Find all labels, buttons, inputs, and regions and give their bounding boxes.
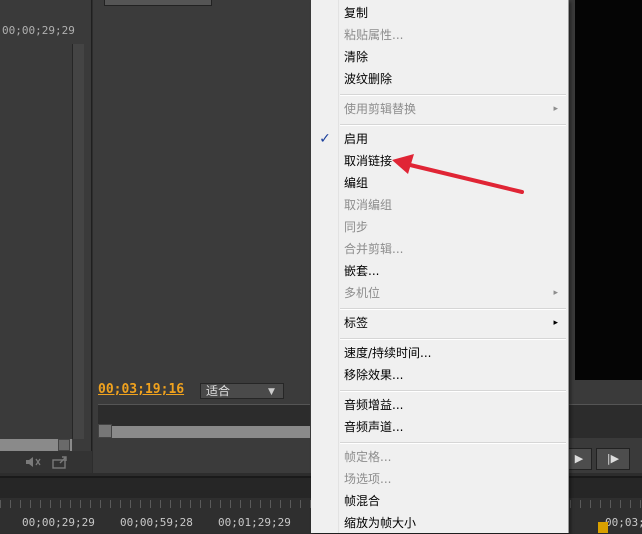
menu-separator	[340, 308, 566, 310]
program-panel	[93, 0, 315, 473]
menu-item-merge-clips: 合并剪辑...	[344, 242, 404, 256]
speaker-icon[interactable]	[24, 455, 42, 469]
menu-item-frame-blend[interactable]: 帧混合	[312, 490, 568, 512]
ruler-label: 00;00;59;28	[120, 516, 193, 529]
playhead-marker[interactable]	[598, 522, 608, 533]
menu-item-replace-with-clip: 使用剪辑替换 ▸	[312, 98, 568, 120]
ruler-label: 00;01;29;29	[218, 516, 291, 529]
menu-item-audio-channels[interactable]: 音频声道...	[312, 416, 568, 438]
fit-zoom-select[interactable]: 适合 ▼	[200, 383, 284, 399]
menu-separator	[340, 390, 566, 392]
menu-item-clear[interactable]: 清除	[312, 46, 568, 68]
menu-item-multi-camera: 多机位 ▸	[312, 282, 568, 304]
program-zoom-handle[interactable]	[98, 424, 112, 438]
program-panel-tab[interactable]	[104, 0, 212, 6]
menu-item-paste-attributes: 粘贴属性...	[344, 28, 404, 42]
menu-item-field-options: 场选项...	[344, 472, 392, 486]
program-video-frame	[575, 0, 642, 380]
menu-item-scale-to-frame-size[interactable]: 缩放为帧大小	[312, 512, 568, 534]
source-scroll-handle[interactable]	[58, 439, 70, 451]
export-icon[interactable]	[52, 455, 68, 469]
menu-item-frame-hold: 帧定格...	[344, 450, 392, 464]
program-zoom-scrollbar[interactable]	[98, 426, 310, 438]
play-button[interactable]: ▶	[566, 448, 592, 470]
ruler-label: 00;03;2	[605, 516, 642, 529]
menu-separator	[340, 124, 566, 126]
menu-item-audio-gain[interactable]: 音频增益...	[312, 394, 568, 416]
ruler-label: 00;00;29;29	[22, 516, 95, 529]
program-timecode[interactable]: 00;03;19;16	[98, 380, 184, 400]
menu-item-remove-effects[interactable]: 移除效果...	[312, 364, 568, 386]
menu-item-copy[interactable]: 复制	[312, 2, 568, 24]
step-forward-button[interactable]: |▶	[596, 448, 630, 470]
menu-separator	[340, 338, 566, 340]
source-timecode[interactable]: 00;00;29;29	[0, 22, 75, 40]
source-toolbar	[0, 451, 92, 473]
submenu-arrow-icon: ▸	[553, 104, 558, 114]
menu-item-nest[interactable]: 嵌套...	[312, 260, 568, 282]
menu-separator	[340, 94, 566, 96]
submenu-arrow-icon: ▸	[553, 288, 558, 298]
menu-item-enable[interactable]: 启用	[312, 128, 568, 150]
source-vertical-scrollbar[interactable]	[72, 44, 84, 439]
menu-item-speed-duration[interactable]: 速度/持续时间...	[312, 342, 568, 364]
annotation-arrow-icon	[392, 154, 524, 194]
menu-separator	[340, 442, 566, 444]
chevron-down-icon: ▼	[268, 387, 275, 397]
menu-item-synchronize: 同步	[344, 220, 369, 234]
menu-item-label[interactable]: 标签 ▸	[312, 312, 568, 334]
fit-zoom-label: 适合	[206, 384, 231, 398]
menu-item-ripple-delete[interactable]: 波纹删除	[312, 68, 568, 90]
submenu-arrow-icon: ▸	[553, 318, 558, 328]
right-scrub-area[interactable]	[569, 404, 642, 438]
